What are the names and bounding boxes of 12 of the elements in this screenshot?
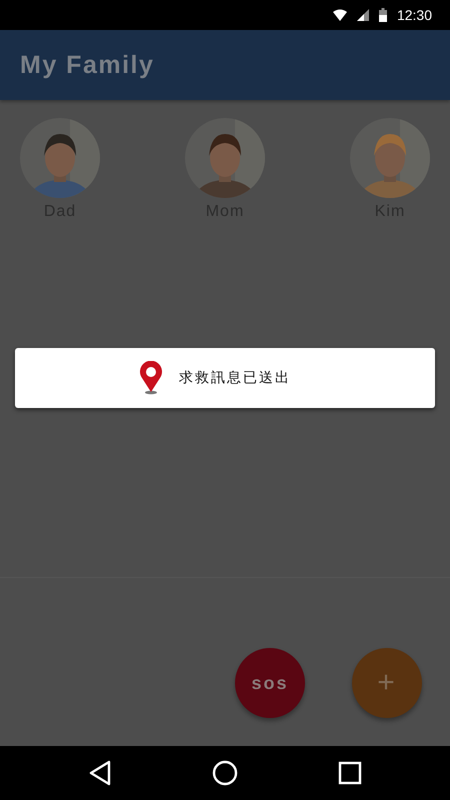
action-button[interactable]: + [352, 648, 422, 718]
map-pin-icon [139, 361, 163, 395]
back-icon[interactable] [88, 760, 112, 786]
action-button[interactable]: sos [235, 648, 305, 718]
signal-icon [356, 9, 369, 21]
battery-icon [378, 8, 387, 22]
wifi-icon [332, 9, 347, 21]
status-time: 12:30 [396, 7, 432, 23]
toast-text: 求救訊息已送出 [179, 369, 291, 387]
home-icon[interactable] [212, 760, 238, 786]
app-title: My Family [20, 50, 154, 80]
recents-icon[interactable] [338, 761, 362, 785]
